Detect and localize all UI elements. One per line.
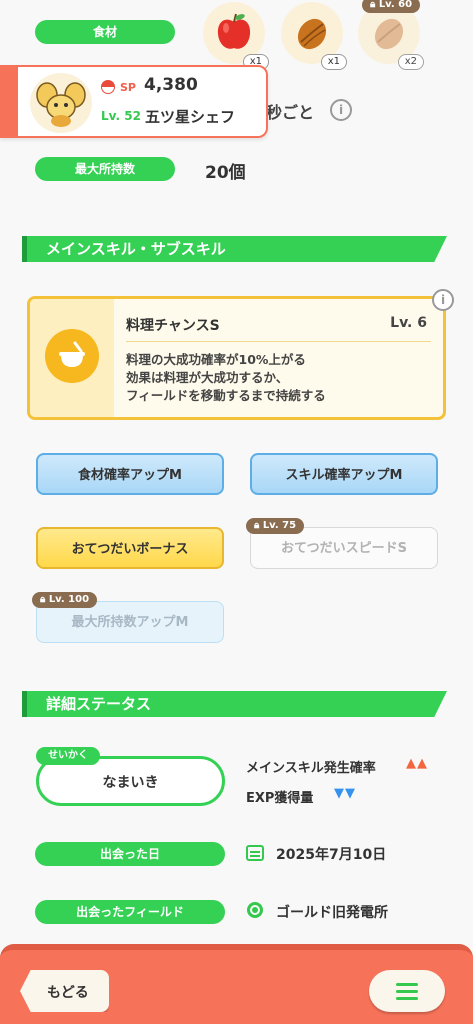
met-date-label: 出会った日 bbox=[35, 842, 225, 866]
info-icon[interactable]: i bbox=[330, 99, 352, 121]
pokemon-avatar bbox=[30, 73, 92, 133]
pokemon-summary-card[interactable]: SP 4,380 Lv. 52 五ツ星シェフ bbox=[0, 65, 268, 138]
main-skill-description: 料理の大成功確率が10%上がる 効果は料理が大成功するか、 フィールドを移動する… bbox=[126, 352, 326, 403]
pokeball-icon bbox=[101, 80, 115, 94]
nature-value: なまいき bbox=[102, 775, 159, 791]
main-skill-info-icon[interactable]: i bbox=[432, 289, 454, 311]
met-date-value: 2025年7月10日 bbox=[276, 847, 387, 863]
help-time-value: 秒ごと bbox=[266, 103, 315, 122]
cooking-pot-icon bbox=[45, 329, 99, 383]
max-carry-label: 最大所持数 bbox=[35, 157, 175, 181]
met-field-value: ゴールド旧発電所 bbox=[276, 905, 388, 921]
footer-bar: もどる bbox=[0, 944, 473, 1024]
ingredient-apple[interactable]: x1 bbox=[203, 2, 269, 70]
location-pin-icon bbox=[247, 902, 263, 918]
back-button-label: もどる bbox=[47, 985, 89, 1001]
locked-cacao-icon bbox=[374, 18, 404, 50]
lock-icon: 🔒︎ bbox=[370, 0, 379, 10]
subskill-button-1[interactable]: 食材確率アップM bbox=[36, 453, 224, 495]
apple-icon bbox=[217, 13, 251, 49]
max-carry-value: 20個 bbox=[205, 163, 246, 183]
subskill-button-2[interactable]: スキル確率アップM bbox=[250, 453, 438, 495]
subskill-lock-badge: 🔒︎ Lv. 100 bbox=[32, 592, 98, 608]
lock-icon: 🔒︎ bbox=[40, 594, 49, 605]
main-skill-name: 料理チャンスS bbox=[126, 318, 220, 334]
lock-icon: 🔒︎ bbox=[254, 520, 263, 531]
menu-button[interactable] bbox=[369, 970, 445, 1012]
met-field-label: 出会ったフィールド bbox=[35, 900, 225, 924]
nature-down-label: EXP獲得量 bbox=[246, 791, 314, 806]
ingredients-label: 食材 bbox=[35, 20, 175, 44]
nature-up-label: メインスキル発生確率 bbox=[246, 761, 376, 776]
dedenne-icon bbox=[36, 82, 86, 127]
lock-level-badge: 🔒︎ Lv. 60 bbox=[362, 0, 421, 13]
subskill-lock-badge: 🔒︎ Lv. 75 bbox=[246, 518, 305, 534]
ingredient-qty: x1 bbox=[320, 54, 347, 70]
nature-tag: せいかく bbox=[36, 747, 100, 765]
main-skill-card[interactable]: 料理チャンスS Lv. 6 料理の大成功確率が10%上がる 効果は料理が大成功す… bbox=[27, 296, 446, 420]
nature-up-arrows: ▲▲ bbox=[406, 756, 428, 771]
cacao-icon bbox=[297, 18, 327, 50]
back-button[interactable]: もどる bbox=[20, 970, 109, 1012]
ingredient-qty: x2 bbox=[397, 54, 424, 70]
sp-label: SP bbox=[120, 81, 136, 94]
hamburger-icon bbox=[396, 983, 418, 1000]
subskill-button-3[interactable]: おてつだいボーナス bbox=[36, 527, 224, 569]
ingredient-cacao[interactable]: x1 bbox=[281, 2, 347, 70]
nature-down-arrows: ▼▼ bbox=[334, 786, 356, 801]
skills-section-title: メインスキル・サブスキル bbox=[22, 236, 447, 262]
main-skill-level: Lv. 6 bbox=[390, 315, 427, 331]
pokemon-name: 五ツ星シェフ bbox=[145, 108, 236, 126]
details-section-title: 詳細ステータス bbox=[22, 691, 447, 717]
calendar-icon bbox=[246, 845, 264, 861]
pokemon-level: Lv. 52 bbox=[101, 109, 141, 123]
sp-value: 4,380 bbox=[144, 75, 198, 95]
